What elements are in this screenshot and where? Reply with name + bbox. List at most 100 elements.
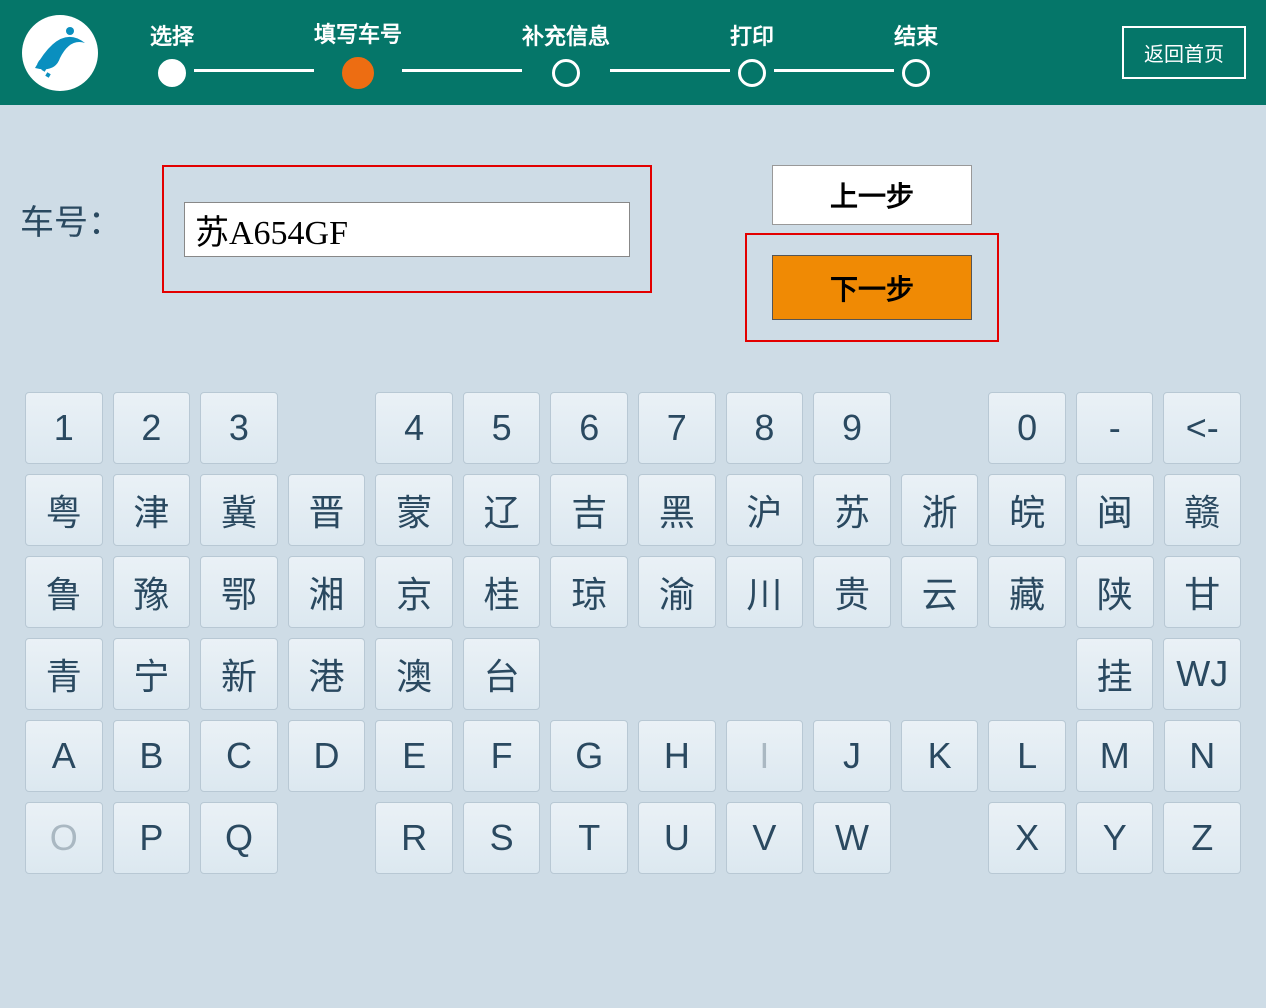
keyboard-spacer <box>901 392 979 464</box>
step-label: 结束 <box>894 19 938 51</box>
key-R[interactable]: R <box>375 802 453 874</box>
key-C[interactable]: C <box>200 720 278 792</box>
key-晋[interactable]: 晋 <box>288 474 366 546</box>
plate-input-highlight-box <box>162 165 652 293</box>
key-V[interactable]: V <box>726 802 804 874</box>
key-川[interactable]: 川 <box>726 556 804 628</box>
key-Q[interactable]: Q <box>200 802 278 874</box>
key-WJ[interactable]: WJ <box>1163 638 1241 710</box>
key-苏[interactable]: 苏 <box>813 474 891 546</box>
key-蒙[interactable]: 蒙 <box>375 474 453 546</box>
key-湘[interactable]: 湘 <box>288 556 366 628</box>
key-F[interactable]: F <box>463 720 541 792</box>
key-E[interactable]: E <box>375 720 453 792</box>
keyboard-row: 123 456789 0-<- <box>25 392 1241 464</box>
plate-input-row: 车号： 上一步 下一步 <box>20 165 1246 342</box>
key-J[interactable]: J <box>813 720 891 792</box>
key-辽[interactable]: 辽 <box>463 474 541 546</box>
step-dot <box>738 59 766 87</box>
key-浙[interactable]: 浙 <box>901 474 979 546</box>
key-2[interactable]: 2 <box>113 392 191 464</box>
key-A[interactable]: A <box>25 720 103 792</box>
home-button[interactable]: 返回首页 <box>1122 26 1246 79</box>
step-label: 填写车号 <box>314 17 402 49</box>
key-挂[interactable]: 挂 <box>1076 638 1154 710</box>
key-琼[interactable]: 琼 <box>550 556 628 628</box>
next-step-button[interactable]: 下一步 <box>772 255 972 320</box>
keyboard-spacer <box>988 638 1066 710</box>
key-沪[interactable]: 沪 <box>726 474 804 546</box>
keyboard-spacer <box>550 638 628 710</box>
onscreen-keyboard: 123 456789 0-<- 粤津冀晋蒙辽吉黑沪苏浙皖闽赣 鲁豫鄂湘京桂琼渝川贵云… <box>20 392 1246 874</box>
key-W[interactable]: W <box>813 802 891 874</box>
step-dot <box>552 59 580 87</box>
key-N[interactable]: N <box>1164 720 1242 792</box>
step-connector <box>610 69 730 72</box>
keyboard-spacer <box>901 802 979 874</box>
key-Y[interactable]: Y <box>1076 802 1154 874</box>
key-陕[interactable]: 陕 <box>1076 556 1154 628</box>
key-粤[interactable]: 粤 <box>25 474 103 546</box>
step-dot <box>158 59 186 87</box>
key-X[interactable]: X <box>988 802 1066 874</box>
key-澳[interactable]: 澳 <box>375 638 453 710</box>
key-P[interactable]: P <box>113 802 191 874</box>
key-0[interactable]: 0 <box>988 392 1066 464</box>
step-connector <box>402 69 522 72</box>
key-台[interactable]: 台 <box>463 638 541 710</box>
key-G[interactable]: G <box>550 720 628 792</box>
key-新[interactable]: 新 <box>200 638 278 710</box>
key-I[interactable]: I <box>726 720 804 792</box>
key-5[interactable]: 5 <box>463 392 541 464</box>
key-贵[interactable]: 贵 <box>813 556 891 628</box>
progress-stepper: 选择 填写车号 补充信息 打印 结束 <box>150 17 1122 89</box>
key-云[interactable]: 云 <box>901 556 979 628</box>
key-甘[interactable]: 甘 <box>1164 556 1242 628</box>
key-T[interactable]: T <box>550 802 628 874</box>
key-闽[interactable]: 闽 <box>1076 474 1154 546</box>
keyboard-row: ABCDEFGHIJKLMN <box>25 720 1241 792</box>
key-吉[interactable]: 吉 <box>550 474 628 546</box>
prev-step-button[interactable]: 上一步 <box>772 165 972 225</box>
key-H[interactable]: H <box>638 720 716 792</box>
key-豫[interactable]: 豫 <box>113 556 191 628</box>
key-皖[interactable]: 皖 <box>988 474 1066 546</box>
key-6[interactable]: 6 <box>550 392 628 464</box>
key-青[interactable]: 青 <box>25 638 103 710</box>
key-4[interactable]: 4 <box>375 392 453 464</box>
key-港[interactable]: 港 <box>288 638 366 710</box>
key--[interactable]: - <box>1076 392 1154 464</box>
key-8[interactable]: 8 <box>726 392 804 464</box>
step-label: 补充信息 <box>522 19 610 51</box>
key-3[interactable]: 3 <box>200 392 278 464</box>
key-O[interactable]: O <box>25 802 103 874</box>
key-京[interactable]: 京 <box>375 556 453 628</box>
keyboard-spacer <box>288 802 366 874</box>
key-津[interactable]: 津 <box>113 474 191 546</box>
keyboard-row: 青宁新港澳台 挂WJ <box>25 638 1241 710</box>
key-鲁[interactable]: 鲁 <box>25 556 103 628</box>
backspace-key[interactable]: <- <box>1163 392 1241 464</box>
key-B[interactable]: B <box>113 720 191 792</box>
key-冀[interactable]: 冀 <box>200 474 278 546</box>
key-M[interactable]: M <box>1076 720 1154 792</box>
app-logo <box>20 13 100 93</box>
key-K[interactable]: K <box>901 720 979 792</box>
key-鄂[interactable]: 鄂 <box>200 556 278 628</box>
key-1[interactable]: 1 <box>25 392 103 464</box>
plate-input[interactable] <box>184 202 630 257</box>
key-Z[interactable]: Z <box>1163 802 1241 874</box>
key-S[interactable]: S <box>463 802 541 874</box>
key-桂[interactable]: 桂 <box>463 556 541 628</box>
key-7[interactable]: 7 <box>638 392 716 464</box>
key-U[interactable]: U <box>638 802 716 874</box>
key-黑[interactable]: 黑 <box>638 474 716 546</box>
key-L[interactable]: L <box>988 720 1066 792</box>
key-藏[interactable]: 藏 <box>988 556 1066 628</box>
step-dot-active <box>342 57 374 89</box>
key-宁[interactable]: 宁 <box>113 638 191 710</box>
key-D[interactable]: D <box>288 720 366 792</box>
key-9[interactable]: 9 <box>813 392 891 464</box>
key-赣[interactable]: 赣 <box>1164 474 1242 546</box>
key-渝[interactable]: 渝 <box>638 556 716 628</box>
